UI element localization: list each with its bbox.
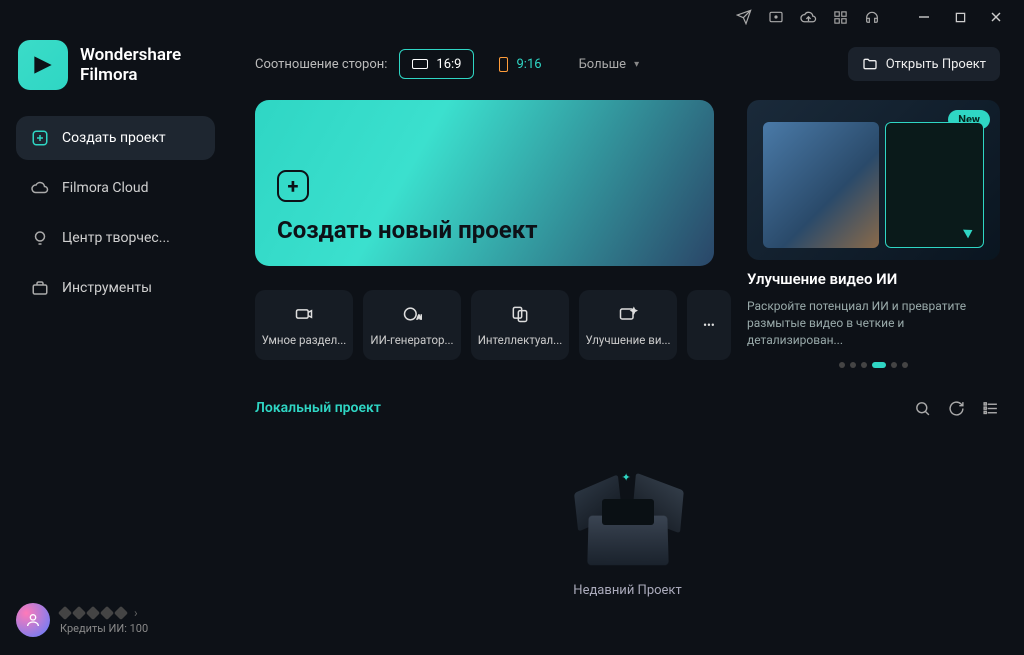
sidebar-item-label: Filmora Cloud bbox=[62, 180, 148, 196]
list-view-icon[interactable] bbox=[980, 398, 1000, 418]
ratio-9-16-button[interactable]: 9:16 bbox=[486, 49, 554, 79]
svg-text:AI: AI bbox=[417, 315, 422, 321]
cloud-upload-icon[interactable] bbox=[794, 3, 822, 31]
empty-box-icon: ✦ bbox=[578, 475, 678, 565]
maximize-button[interactable] bbox=[944, 3, 976, 31]
sparkle-video-icon bbox=[617, 303, 639, 325]
footer-gems: › bbox=[60, 606, 148, 620]
brand-name: Wondershare Filmora bbox=[80, 45, 181, 86]
ratio-more-button[interactable]: Больше ▾ bbox=[567, 49, 652, 79]
sidebar-footer[interactable]: › Кредиты ИИ: 100 bbox=[16, 591, 215, 655]
sidebar-item-label: Создать проект bbox=[62, 130, 166, 146]
hero-title: Создать новый проект bbox=[277, 216, 692, 244]
titlebar bbox=[0, 0, 1024, 34]
landscape-icon bbox=[412, 59, 428, 69]
cloud-icon bbox=[30, 178, 50, 198]
copy-icon bbox=[509, 303, 531, 325]
sidebar-item-cloud[interactable]: Filmora Cloud bbox=[16, 166, 215, 210]
open-project-button[interactable]: Открыть Проект bbox=[848, 47, 1000, 81]
main-content: Соотношение сторон: 16:9 9:16 Больше ▾ О… bbox=[231, 34, 1024, 655]
portrait-icon bbox=[499, 57, 508, 72]
tool-more-button[interactable]: ••• bbox=[687, 290, 731, 360]
empty-state: ✦ Недавний Проект bbox=[255, 418, 1000, 655]
avatar bbox=[16, 603, 50, 637]
sidebar: Wondershare Filmora Создать проект Filmo… bbox=[0, 34, 231, 655]
sidebar-item-create-project[interactable]: Создать проект bbox=[16, 116, 215, 160]
sidebar-item-tools[interactable]: Инструменты bbox=[16, 266, 215, 310]
chevron-down-icon: ▾ bbox=[634, 59, 639, 70]
logo: Wondershare Filmora bbox=[16, 34, 215, 116]
ellipsis-icon: ••• bbox=[698, 314, 720, 336]
tool-smart-split[interactable]: Умное раздел... bbox=[255, 290, 353, 360]
feature-image: New bbox=[747, 100, 1000, 260]
feature-card[interactable]: New Улучшение видео ИИ Раскройте потенци… bbox=[747, 100, 1000, 368]
ai-credits-label: Кредиты ИИ: 100 bbox=[60, 622, 148, 635]
send-icon[interactable] bbox=[730, 3, 758, 31]
logo-icon bbox=[18, 40, 68, 90]
feature-description: Раскройте потенциал ИИ и превратите разм… bbox=[747, 298, 1000, 348]
folder-icon bbox=[862, 56, 878, 72]
sidebar-item-label: Центр творчес... bbox=[62, 230, 170, 246]
toolbox-icon bbox=[30, 278, 50, 298]
sidebar-item-creative-center[interactable]: Центр творчес... bbox=[16, 216, 215, 260]
aspect-ratio-label: Соотношение сторон: bbox=[255, 57, 387, 72]
plus-square-icon bbox=[30, 128, 50, 148]
refresh-icon[interactable] bbox=[946, 398, 966, 418]
feature-title: Улучшение видео ИИ bbox=[747, 270, 1000, 288]
tool-ai-generator[interactable]: AI ИИ-генератор... bbox=[363, 290, 461, 360]
tab-local-project[interactable]: Локальный проект bbox=[255, 400, 381, 416]
empty-state-label: Недавний Проект bbox=[573, 583, 681, 598]
ai-icon: AI bbox=[401, 303, 423, 325]
sidebar-item-label: Инструменты bbox=[62, 280, 152, 296]
close-button[interactable] bbox=[980, 3, 1012, 31]
message-icon[interactable] bbox=[762, 3, 790, 31]
lightbulb-icon bbox=[30, 228, 50, 248]
headset-icon[interactable] bbox=[858, 3, 886, 31]
ratio-16-9-button[interactable]: 16:9 bbox=[399, 49, 474, 79]
search-icon[interactable] bbox=[912, 398, 932, 418]
carousel-dots[interactable] bbox=[747, 362, 1000, 368]
chevron-right-icon: › bbox=[134, 606, 138, 620]
tool-enhance-video[interactable]: Улучшение ви... bbox=[579, 290, 677, 360]
minimize-button[interactable] bbox=[908, 3, 940, 31]
tool-intelligent[interactable]: Интеллектуал... bbox=[471, 290, 569, 360]
create-new-project-card[interactable]: + Создать новый проект bbox=[255, 100, 714, 266]
plus-icon: + bbox=[277, 170, 309, 202]
grid-icon[interactable] bbox=[826, 3, 854, 31]
camera-icon bbox=[293, 303, 315, 325]
